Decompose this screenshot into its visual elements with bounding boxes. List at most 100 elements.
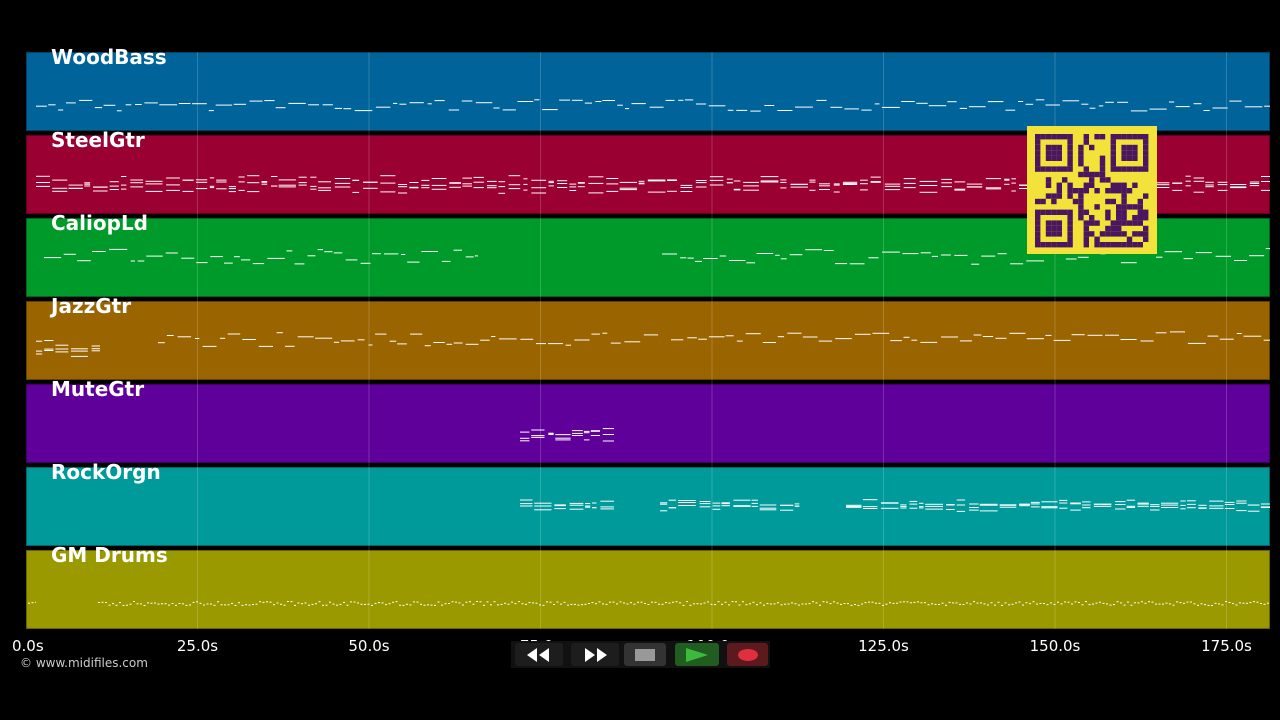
note [766,603,769,604]
note [735,601,737,603]
note [1008,604,1010,606]
note [903,182,916,184]
note [280,603,282,605]
note [1137,503,1149,505]
note [699,506,711,508]
note [600,508,614,510]
note [954,254,968,256]
record-icon [737,648,758,661]
note [903,187,916,189]
note [640,601,643,603]
track-woodbass[interactable]: WoodBass [26,45,1270,131]
note [473,187,484,189]
note [919,180,938,182]
note [360,603,363,605]
note [523,189,528,191]
fast-forward-button[interactable] [571,643,619,666]
note [1203,110,1210,111]
note [924,602,926,604]
note [818,340,833,342]
note [1077,256,1089,258]
note [389,340,397,342]
note [71,355,88,357]
note [1085,601,1087,603]
track-rockorgn[interactable]: RockOrgn [26,460,1270,546]
note [1088,604,1091,606]
note [1205,181,1214,183]
note [528,602,531,604]
note [840,603,842,605]
note [199,602,202,604]
note [238,181,245,183]
play-button[interactable] [675,643,719,666]
note [583,439,590,441]
stop-button[interactable] [624,643,666,666]
note [1221,604,1224,606]
note [1264,105,1270,107]
note [874,103,880,105]
note [508,188,521,190]
note [920,341,938,343]
note [548,182,554,184]
qr-code [1027,126,1157,254]
note [487,180,497,182]
note [602,603,604,605]
note [271,176,278,177]
note [565,344,571,346]
note [710,603,713,605]
note [805,249,822,251]
note [751,499,758,501]
note [1053,603,1056,605]
note [297,336,314,338]
note [1212,107,1228,109]
note [1011,178,1016,180]
note [130,182,144,184]
note [1162,603,1164,605]
note [455,601,457,603]
record-button[interactable] [727,643,768,666]
note [278,179,296,181]
note [1019,505,1030,507]
note [1137,602,1140,604]
track-notes [36,99,1270,112]
note [884,185,901,187]
note [668,602,671,604]
track-label: SteelGtr [51,128,145,152]
note [678,505,696,506]
note [878,602,881,604]
note [1224,504,1235,505]
note [1193,180,1205,182]
rewind-button[interactable] [515,643,563,666]
note [881,502,899,504]
track-gm-drums[interactable]: GM Drums [26,543,1270,629]
note [1158,603,1161,605]
note [980,602,982,604]
note [1261,189,1270,191]
note [721,603,723,605]
note [969,509,979,511]
note [588,603,590,604]
note [58,109,64,111]
note [971,263,980,265]
note [941,336,959,338]
track-jazzgtr[interactable]: JazzGtr [26,294,1270,380]
note [1207,335,1219,337]
note [150,602,153,604]
note [727,109,734,111]
note [590,435,600,436]
note [1172,182,1183,184]
note [1180,508,1186,510]
note [166,177,180,179]
note [559,99,571,101]
note [164,603,167,605]
track-mutegtr[interactable]: MuteGtr [26,377,1270,463]
note [835,338,852,340]
note [144,102,158,104]
note [511,601,513,603]
note [166,184,180,186]
note [583,432,590,434]
note [647,191,666,193]
note [1261,181,1270,182]
note [1150,509,1160,511]
stop-icon [635,648,655,661]
